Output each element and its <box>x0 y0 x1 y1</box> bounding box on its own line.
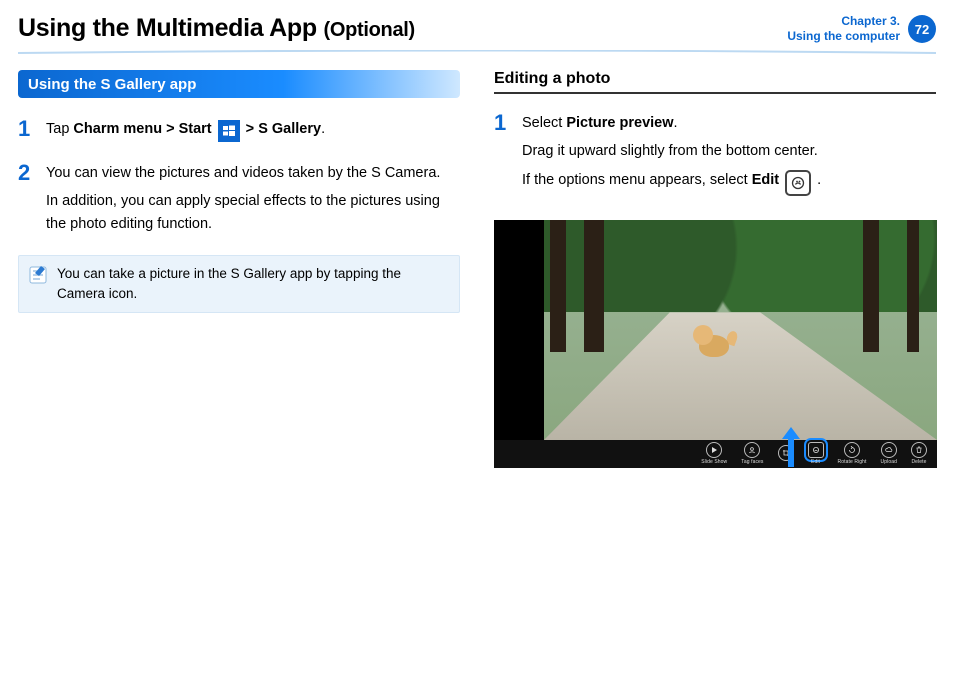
left-column: Using the S Gallery app 1 Tap Charm menu… <box>18 70 460 468</box>
step-body: Select Picture preview. Drag it upward s… <box>522 112 821 202</box>
right-column: Editing a photo 1 Select Picture preview… <box>494 70 936 468</box>
edit-icon <box>808 442 824 458</box>
toolbar-item-rotate[interactable]: Rotate Right <box>838 442 867 465</box>
subheading-rule <box>494 92 936 94</box>
preview-toolbar: Slide Show Tag faces Edit <box>494 440 937 468</box>
picture-preview-label: Picture preview <box>566 115 673 131</box>
title-main: Using the Multimedia App <box>18 14 317 42</box>
page-number-badge: 72 <box>908 15 936 43</box>
chapter-line1: Chapter 3. <box>787 14 900 29</box>
section-heading-bar: Using the S Gallery app <box>18 70 460 98</box>
note-icon <box>27 264 49 286</box>
step-body: You can view the pictures and videos tak… <box>46 162 460 241</box>
chapter-block: Chapter 3. Using the computer 72 <box>787 14 936 44</box>
page-title: Using the Multimedia App (Optional) <box>18 14 415 43</box>
s-gallery-label: S Gallery <box>258 121 321 137</box>
section-heading: Using the S Gallery app <box>28 76 196 93</box>
subheading: Editing a photo <box>494 70 936 88</box>
toolbar-item-tagfaces[interactable]: Tag faces <box>741 442 763 465</box>
cloud-upload-icon <box>881 442 897 458</box>
toolbar-item-delete[interactable]: Delete <box>911 442 927 465</box>
step-number: 1 <box>18 118 36 148</box>
step-1: 1 Tap Charm menu > Start > S Gallery. <box>18 118 460 148</box>
app-preview-window: Slide Show Tag faces Edit <box>494 220 937 468</box>
edit-tool-icon <box>785 170 811 196</box>
photo-tree <box>584 220 604 352</box>
tip-text: You can take a picture in the S Gallery … <box>57 264 449 303</box>
step-body: Tap Charm menu > Start > S Gallery. <box>46 118 325 148</box>
swipe-up-arrow-icon <box>780 427 802 467</box>
right-step-1: 1 Select Picture preview. Drag it upward… <box>494 112 936 202</box>
toolbar-item-slideshow[interactable]: Slide Show <box>701 442 727 465</box>
windows-start-tile-icon <box>218 120 240 142</box>
charm-start-path: Charm menu > Start <box>73 121 211 137</box>
title-optional: (Optional) <box>323 19 414 41</box>
drag-instruction: Drag it upward slightly from the bottom … <box>522 140 821 162</box>
edit-label: Edit <box>752 172 779 188</box>
chapter-line2: Using the computer <box>787 29 900 44</box>
play-icon <box>706 442 722 458</box>
content-columns: Using the S Gallery app 1 Tap Charm menu… <box>0 54 954 468</box>
trash-icon <box>911 442 927 458</box>
photo-tree <box>907 220 919 352</box>
step-2-line-1: You can view the pictures and videos tak… <box>46 162 460 184</box>
tip-callout: You can take a picture in the S Gallery … <box>18 255 460 312</box>
step-number: 2 <box>18 162 36 241</box>
rotate-right-icon <box>844 442 860 458</box>
manual-page: Using the Multimedia App (Optional) Chap… <box>0 0 954 677</box>
photo-tree <box>550 220 566 352</box>
face-icon <box>744 442 760 458</box>
step-2-line-2: In addition, you can apply special effec… <box>46 190 460 235</box>
step-2: 2 You can view the pictures and videos t… <box>18 162 460 241</box>
toolbar-item-upload[interactable]: Upload <box>881 442 897 465</box>
header-divider <box>18 50 936 54</box>
toolbar-item-edit[interactable]: Edit <box>808 442 824 465</box>
chapter-text: Chapter 3. Using the computer <box>787 14 900 44</box>
page-header: Using the Multimedia App (Optional) Chap… <box>0 0 954 44</box>
photo-dog <box>693 321 737 365</box>
photo-tree <box>863 220 879 352</box>
step-number: 1 <box>494 112 512 202</box>
photo-viewport <box>544 220 937 440</box>
